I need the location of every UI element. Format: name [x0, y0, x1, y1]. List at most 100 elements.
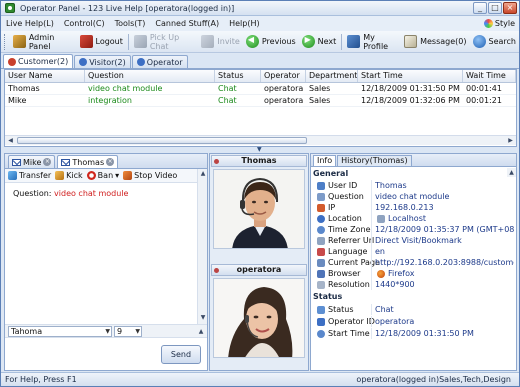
scroll-down-arrow-icon[interactable]: ▼	[199, 314, 207, 322]
send-button[interactable]: Send	[161, 345, 201, 364]
minimize-button[interactable]: _	[473, 2, 487, 14]
font-family-select[interactable]: Tahoma ▼	[8, 326, 112, 337]
profile-icon	[347, 35, 361, 48]
search-button[interactable]: Search	[470, 33, 519, 51]
close-tab-icon[interactable]: ×	[106, 158, 115, 166]
tab-visitor[interactable]: Visitor(2)	[74, 55, 131, 68]
logout-button[interactable]: Logout	[77, 33, 126, 51]
chat-tab-mike[interactable]: Mike ×	[8, 155, 56, 168]
previous-arrow-icon	[245, 35, 259, 48]
property-divider	[371, 213, 372, 224]
property-label: Question	[328, 192, 364, 201]
ban-label: Ban	[97, 171, 114, 180]
question-value: video chat module	[54, 189, 129, 198]
property-label: Status	[328, 305, 354, 314]
scroll-up-arrow-icon[interactable]: ▲	[199, 170, 207, 178]
status-icon	[317, 306, 325, 314]
menu-help[interactable]: Help(H)	[224, 19, 265, 28]
expand-arrow-icon[interactable]: ▲	[197, 328, 205, 336]
previous-button[interactable]: Previous	[243, 33, 299, 51]
column-header-question[interactable]: Question	[85, 70, 215, 82]
browser-icon	[317, 270, 325, 278]
message-button[interactable]: Message(0)	[401, 33, 469, 51]
menu-tools[interactable]: Tools(T)	[110, 19, 151, 28]
maximize-button[interactable]: □	[488, 2, 502, 14]
tab-customer[interactable]: Customer(2)	[3, 54, 74, 68]
chat-icon	[133, 35, 147, 48]
section-general-title: General	[313, 169, 349, 178]
scroll-left-arrow-icon[interactable]: ◀	[6, 137, 15, 145]
scroll-up-arrow-icon[interactable]: ▲	[507, 168, 516, 177]
close-tab-icon[interactable]: ×	[43, 158, 52, 166]
property-row-question: Question video chat module	[311, 191, 516, 202]
table-header: User Name Question Status Operator Depar…	[5, 70, 516, 83]
pin-icon[interactable]	[214, 159, 219, 164]
chat-scrollbar[interactable]: ▲ ▼	[197, 169, 207, 329]
operator-icon	[317, 318, 325, 326]
font-size-select[interactable]: 9 ▼	[114, 326, 142, 337]
user-icon	[317, 182, 325, 190]
transfer-label: Transfer	[19, 171, 52, 180]
table-horizontal-scrollbar[interactable]: ◀ ▶	[5, 135, 516, 145]
cell-question: integration	[88, 96, 132, 105]
tab-history[interactable]: History(Thomas)	[337, 155, 412, 166]
visitor-info-pane: Info History(Thomas) ▲ General User ID T…	[310, 153, 517, 371]
column-header-operator[interactable]: Operator	[261, 70, 306, 82]
column-header-status[interactable]: Status	[215, 70, 261, 82]
pin-icon[interactable]	[214, 268, 219, 273]
chat-tab-thomas[interactable]: Thomas ×	[57, 155, 119, 168]
property-value: Direct Visit/Bookmark	[375, 236, 462, 245]
close-button[interactable]: ×	[503, 2, 517, 14]
font-controls: Tahoma ▼ 9 ▼ ▲	[5, 324, 207, 338]
column-header-department[interactable]: Department	[306, 70, 358, 82]
transfer-button[interactable]: Transfer	[8, 171, 51, 180]
table-row[interactable]: Mike integration Chat operatora Sales 12…	[5, 95, 516, 107]
pick-up-chat-label: Pick Up Chat	[149, 32, 180, 51]
property-value: 12/18/2009 01:31:50 PM	[375, 329, 474, 338]
cell-user-name: Thomas	[8, 84, 40, 93]
column-header-user-name[interactable]: User Name	[5, 70, 85, 82]
operator-video-frame	[213, 278, 305, 358]
column-header-wait-time[interactable]: Wait Time	[463, 70, 516, 82]
font-size-value: 9	[117, 327, 123, 336]
next-button[interactable]: Next	[299, 33, 340, 51]
scroll-right-arrow-icon[interactable]: ▶	[506, 137, 515, 145]
ban-button[interactable]: Ban ▾	[86, 171, 119, 180]
menu-live-help[interactable]: Live Help(L)	[1, 19, 59, 28]
palette-icon	[483, 19, 493, 28]
ban-dropdown-icon[interactable]: ▾	[115, 171, 119, 180]
current-page-link[interactable]: http://192.168.0.203:8988/customer-pan	[375, 258, 514, 267]
my-profile-button[interactable]: My Profile	[344, 33, 401, 51]
scrollbar-thumb[interactable]	[17, 137, 307, 144]
location-icon	[317, 215, 325, 223]
table-row[interactable]: Thomas video chat module Chat operatora …	[5, 83, 516, 95]
property-row-browser: Browser Firefox	[311, 268, 516, 279]
kick-button[interactable]: Kick	[55, 171, 83, 180]
visitor-icon	[79, 58, 88, 66]
style-menu[interactable]: Style	[483, 16, 515, 31]
resolution-icon	[317, 281, 325, 289]
envelope-icon	[12, 158, 21, 166]
info-tabs: Info History(Thomas)	[311, 154, 516, 167]
property-value: video chat module	[375, 192, 450, 201]
cell-wait-time: 00:01:21	[466, 96, 502, 105]
column-header-start-time[interactable]: Start Time	[358, 70, 463, 82]
invite-icon	[201, 35, 215, 48]
admin-panel-button[interactable]: Admin Panel	[10, 33, 77, 51]
menu-control[interactable]: Control(C)	[59, 19, 110, 28]
pick-up-chat-button[interactable]: Pick Up Chat	[131, 33, 199, 51]
property-value: 1440*900	[375, 280, 415, 289]
operator-video-image	[214, 279, 304, 357]
property-divider	[371, 279, 372, 290]
operator-panel-window: Operator Panel - 123 Live Help [operator…	[0, 0, 520, 387]
stop-video-button[interactable]: Stop Video	[123, 171, 177, 180]
menu-canned-stuff[interactable]: Canned Stuff(A)	[150, 19, 224, 28]
tab-info[interactable]: Info	[313, 155, 337, 166]
invite-button[interactable]: Invite	[198, 33, 242, 51]
envelope-icon	[61, 158, 71, 166]
toolbar-grip[interactable]	[4, 33, 7, 50]
customer-icon	[8, 57, 16, 66]
cell-department: Sales	[309, 84, 331, 93]
cell-start-time: 12/18/2009 01:32:06 PM	[361, 96, 460, 105]
tab-operator[interactable]: Operator	[131, 55, 188, 68]
